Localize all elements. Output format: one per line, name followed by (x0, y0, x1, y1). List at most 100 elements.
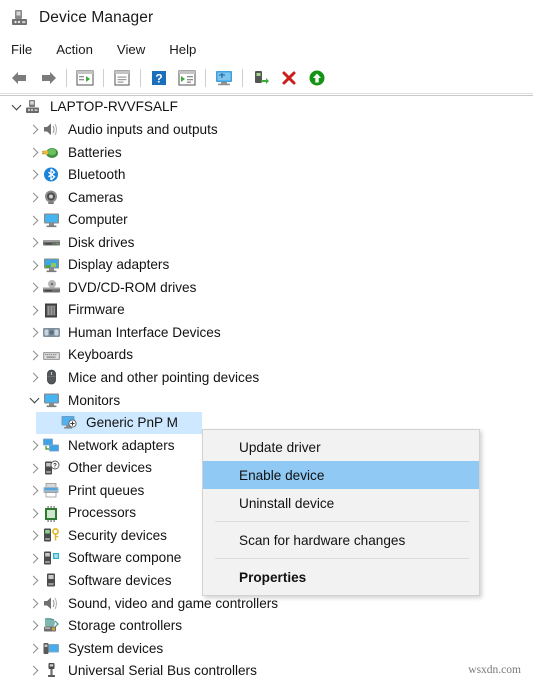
tree-item-label: Keyboards (68, 347, 133, 363)
chevron-right-icon[interactable] (26, 167, 42, 183)
tree-item-label: Generic PnP M (86, 415, 178, 431)
chevron-right-icon[interactable] (26, 505, 42, 521)
other-device-icon: ? (42, 460, 61, 477)
chevron-right-icon[interactable] (26, 144, 42, 160)
tree-row[interactable]: Human Interface Devices (0, 321, 533, 344)
update-driver-icon[interactable] (303, 65, 331, 91)
tree-row[interactable]: System devices (0, 637, 533, 660)
menu-help[interactable]: Help (169, 42, 196, 57)
chevron-right-icon[interactable] (26, 663, 42, 679)
tree-row[interactable]: Firmware (0, 299, 533, 322)
printer-icon (42, 482, 61, 499)
chevron-right-icon[interactable] (26, 235, 42, 251)
properties-icon[interactable] (108, 65, 136, 91)
context-menu-item[interactable]: Scan for hardware changes (203, 526, 479, 554)
chevron-right-icon[interactable] (26, 460, 42, 476)
chevron-right-icon[interactable] (26, 280, 42, 296)
hid-icon (42, 324, 61, 341)
tree-row[interactable]: Universal Serial Bus controllers (0, 660, 533, 683)
tree-row[interactable]: Mice and other pointing devices (0, 367, 533, 390)
tree-item-label: Other devices (68, 460, 152, 476)
back-arrow-icon[interactable] (6, 65, 34, 91)
context-menu-item[interactable]: Uninstall device (203, 489, 479, 517)
tree-item-label: Bluetooth (68, 167, 126, 183)
tree-row[interactable]: Bluetooth (0, 164, 533, 187)
mouse-icon (42, 369, 61, 386)
chevron-right-icon[interactable] (26, 573, 42, 589)
tree-item-label: Computer (68, 212, 128, 228)
chevron-right-icon[interactable] (26, 483, 42, 499)
toolbar-separator (66, 69, 67, 87)
device-manager-icon (10, 8, 30, 28)
menu-action[interactable]: Action (56, 42, 93, 57)
toolbar: ? (0, 63, 533, 94)
display-adapter-icon (42, 257, 61, 274)
chevron-right-icon[interactable] (26, 347, 42, 363)
watermark: wsxdn.com (468, 664, 521, 676)
generic-monitor-icon (60, 414, 79, 431)
toolbar-separator (140, 69, 141, 87)
tree-row[interactable]: Display adapters (0, 254, 533, 277)
storage-controller-icon (42, 617, 61, 634)
forward-arrow-icon[interactable] (34, 65, 62, 91)
menu-view[interactable]: View (117, 42, 145, 57)
tree-item-label: Audio inputs and outputs (68, 122, 218, 138)
show-hide-console-tree-icon[interactable] (71, 65, 99, 91)
chevron-right-icon[interactable] (26, 437, 42, 453)
enable-device-icon[interactable] (247, 65, 275, 91)
tree-row[interactable]: Cameras (0, 186, 533, 209)
context-menu-item[interactable]: Enable device (203, 461, 479, 489)
scan-hardware-changes-icon[interactable] (210, 65, 238, 91)
tree-children: Audio inputs and outputs Batteries Bluetoo… (0, 119, 533, 683)
chevron-down-icon[interactable] (26, 392, 42, 408)
chevron-right-icon[interactable] (26, 189, 42, 205)
chevron-right-icon[interactable] (26, 257, 42, 273)
chevron-right-icon[interactable] (26, 370, 42, 386)
chevron-right-icon[interactable] (26, 325, 42, 341)
chevron-down-icon[interactable] (8, 99, 24, 115)
tree-row[interactable]: Storage controllers (0, 615, 533, 638)
tree-row[interactable]: Keyboards (0, 344, 533, 367)
tree-row[interactable]: Audio inputs and outputs (0, 119, 533, 142)
bluetooth-icon (42, 166, 61, 183)
disk-drive-icon (42, 234, 61, 251)
network-adapter-icon (42, 437, 61, 454)
monitor-icon (42, 392, 61, 409)
speaker-icon (42, 595, 61, 612)
show-hide-action-pane-icon[interactable] (173, 65, 201, 91)
tree-item-label: Print queues (68, 482, 145, 498)
chevron-right-icon[interactable] (26, 595, 42, 611)
tree-item-label: Human Interface Devices (68, 324, 221, 340)
menu-file[interactable]: File (11, 42, 32, 57)
monitor-icon (42, 212, 61, 229)
context-menu-item[interactable]: Update driver (203, 433, 479, 461)
context-menu-separator (215, 521, 469, 522)
chevron-right-icon[interactable] (26, 302, 42, 318)
toolbar-separator (205, 69, 206, 87)
chevron-right-icon[interactable] (26, 122, 42, 138)
tree-row[interactable]: Disk drives (0, 231, 533, 254)
context-menu[interactable]: Update driver Enable device Uninstall devi… (202, 429, 480, 596)
tree-row-root[interactable]: LAPTOP-RVVFSALF (0, 96, 533, 119)
uninstall-device-icon[interactable] (275, 65, 303, 91)
tree-row[interactable]: Computer (0, 209, 533, 232)
svg-text:?: ? (53, 463, 57, 469)
tree-item-label: Mice and other pointing devices (68, 370, 260, 386)
chevron-right-icon[interactable] (26, 212, 42, 228)
chevron-right-icon[interactable] (26, 528, 42, 544)
tree-row[interactable]: Monitors (0, 389, 533, 412)
menu-bar: File Action View Help (0, 36, 533, 63)
tree-item-label: DVD/CD-ROM drives (68, 279, 197, 295)
help-icon[interactable]: ? (145, 65, 173, 91)
chevron-right-icon[interactable] (26, 550, 42, 566)
optical-drive-icon (42, 279, 61, 296)
context-menu-item[interactable]: Properties (203, 563, 479, 591)
tree-row[interactable]: Batteries (0, 141, 533, 164)
chevron-right-icon[interactable] (26, 640, 42, 656)
processor-icon (42, 505, 61, 522)
camera-icon (42, 189, 61, 206)
tree-item-label: Cameras (68, 189, 124, 205)
tree-row[interactable]: DVD/CD-ROM drives (0, 276, 533, 299)
chevron-right-icon[interactable] (26, 618, 42, 634)
